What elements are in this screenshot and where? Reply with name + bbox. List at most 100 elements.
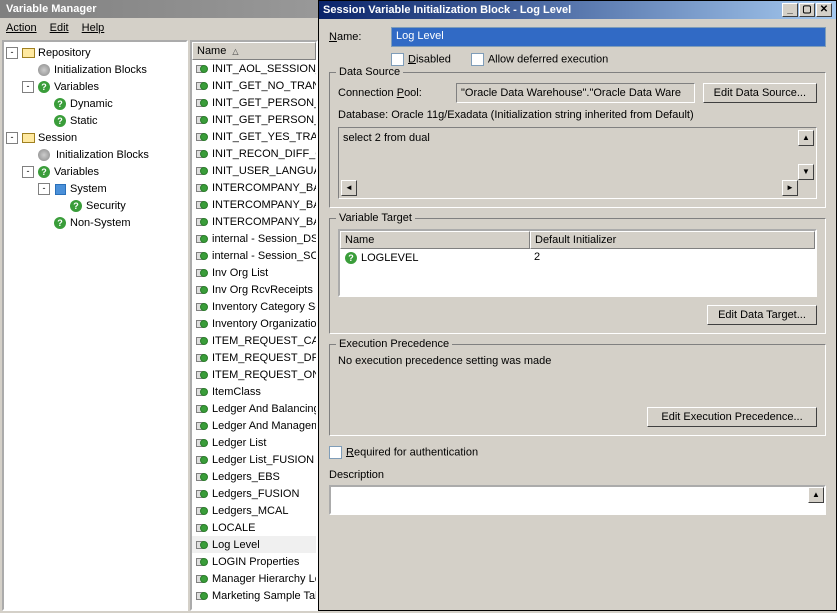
init-block-icon	[194, 266, 210, 280]
list-item[interactable]: INIT_USER_LANGUA	[192, 162, 316, 179]
list-item[interactable]: INIT_AOL_SESSION_	[192, 60, 316, 77]
allow-deferred-checkbox[interactable]: Allow deferred execution	[471, 53, 608, 66]
list-item[interactable]: INIT_GET_PERSON_	[192, 94, 316, 111]
list-item[interactable]: LOCALE	[192, 519, 316, 536]
tree-repository[interactable]: Repository	[38, 47, 91, 59]
close-button[interactable]: ✕	[816, 3, 832, 17]
allow-deferred-label: Allow deferred execution	[488, 53, 608, 65]
scroll-up-icon[interactable]: ▲	[808, 487, 824, 503]
expander-icon[interactable]: -	[22, 81, 34, 93]
tree-repo-init[interactable]: Initialization Blocks	[54, 64, 147, 76]
grid-col-init[interactable]: Default Initializer	[530, 231, 815, 249]
tree-security[interactable]: Security	[86, 200, 126, 212]
list-header-name[interactable]: Name △	[192, 42, 316, 60]
tree-static[interactable]: Static	[70, 115, 98, 127]
edit-data-target-button[interactable]: Edit Data Target...	[707, 305, 817, 325]
sql-text-area[interactable]: select 2 from dual ▲ ▼ ◄ ►	[338, 127, 817, 199]
init-block-icon	[194, 538, 210, 552]
minimize-button[interactable]: _	[782, 3, 798, 17]
tree-session[interactable]: Session	[38, 132, 77, 144]
required-auth-checkbox[interactable]: Required for authentication	[329, 446, 826, 459]
list-item[interactable]: INIT_GET_NO_TRAN	[192, 77, 316, 94]
list-item[interactable]: ITEM_REQUEST_ON	[192, 366, 316, 383]
list-item[interactable]: INTERCOMPANY_BA	[192, 196, 316, 213]
gear-icon	[37, 148, 51, 162]
list-item[interactable]: ItemClass	[192, 383, 316, 400]
menu-help[interactable]: Help	[82, 22, 105, 34]
list-item[interactable]: INTERCOMPANY_BA	[192, 179, 316, 196]
list-item[interactable]: Ledger And Managem	[192, 417, 316, 434]
list-item[interactable]: Inv Org RcvReceipts l	[192, 281, 316, 298]
menu-action[interactable]: Action	[6, 22, 37, 34]
tree-spacer	[54, 200, 66, 212]
scroll-up-icon[interactable]: ▲	[798, 130, 814, 146]
grid-row[interactable]: ? LOGLEVEL 2	[340, 249, 815, 267]
init-block-icon	[194, 351, 210, 365]
tree-sess-vars[interactable]: Variables	[54, 166, 99, 178]
disabled-checkbox[interactable]: Disabled	[391, 53, 451, 66]
list-item[interactable]: Inv Org List	[192, 264, 316, 281]
init-block-icon	[194, 96, 210, 110]
tree-spacer	[22, 149, 34, 161]
list-item[interactable]: Ledger List	[192, 434, 316, 451]
list-item[interactable]: Inventory Organization	[192, 315, 316, 332]
init-block-icon	[194, 572, 210, 586]
list-item[interactable]: LOGIN Properties	[192, 553, 316, 570]
expander-icon[interactable]: -	[22, 166, 34, 178]
list-item[interactable]: Ledgers_MCAL	[192, 502, 316, 519]
description-textarea[interactable]: ▲	[329, 485, 826, 515]
list-item[interactable]: INIT_RECON_DIFF_C	[192, 145, 316, 162]
dialog-titlebar[interactable]: Session Variable Initialization Block - …	[319, 1, 836, 19]
list-item-label: Inv Org List	[212, 267, 268, 279]
list-item[interactable]: Inventory Category Se	[192, 298, 316, 315]
expander-icon[interactable]: -	[38, 183, 50, 195]
list-item[interactable]: Ledger List_FUSION	[192, 451, 316, 468]
list-item[interactable]: Ledgers_EBS	[192, 468, 316, 485]
tree-sess-init[interactable]: Initialization Blocks	[54, 149, 151, 161]
expander-icon[interactable]: -	[6, 132, 18, 144]
init-block-icon	[194, 453, 210, 467]
edit-data-source-button[interactable]: Edit Data Source...	[703, 83, 817, 103]
init-block-icon	[194, 215, 210, 229]
list-item-label: Log Level	[212, 539, 260, 551]
connection-pool-label: Connection Pool:	[338, 87, 456, 99]
list-item-label: Ledgers_MCAL	[212, 505, 288, 517]
scroll-down-icon[interactable]: ▼	[798, 164, 814, 180]
list-item[interactable]: Log Level	[192, 536, 316, 553]
list-item[interactable]: Ledger And Balancing	[192, 400, 316, 417]
tree-repo-vars[interactable]: Variables	[54, 81, 99, 93]
tree-system[interactable]: System	[70, 183, 107, 195]
name-input[interactable]: Log Level	[391, 27, 826, 47]
list-item[interactable]: INIT_GET_YES_TRA	[192, 128, 316, 145]
list-item-label: ItemClass	[212, 386, 261, 398]
list-item[interactable]: INTERCOMPANY_BA	[192, 213, 316, 230]
scroll-left-icon[interactable]: ◄	[341, 180, 357, 196]
maximize-button[interactable]: ▢	[799, 3, 815, 17]
expander-icon[interactable]: -	[6, 47, 18, 59]
tree-panel[interactable]: - Repository Initialization Blocks - ? V…	[2, 40, 188, 611]
tree-nonsystem[interactable]: Non-System	[70, 217, 131, 229]
list-item[interactable]: ITEM_REQUEST_DR	[192, 349, 316, 366]
menu-edit[interactable]: Edit	[50, 22, 69, 34]
init-block-icon	[194, 555, 210, 569]
list-panel[interactable]: Name △ INIT_AOL_SESSION_INIT_GET_NO_TRAN…	[190, 40, 318, 611]
sql-text: select 2 from dual	[343, 132, 430, 144]
tree-dynamic[interactable]: Dynamic	[70, 98, 113, 110]
init-block-icon	[194, 300, 210, 314]
list-item[interactable]: Manager Hierarchy Le	[192, 570, 316, 587]
edit-exec-precedence-button[interactable]: Edit Execution Precedence...	[647, 407, 817, 427]
list-item[interactable]: Marketing Sample Tab	[192, 587, 316, 604]
list-item[interactable]: internal - Session_SCH	[192, 247, 316, 264]
list-item[interactable]: ITEM_REQUEST_CA	[192, 332, 316, 349]
list-item[interactable]: Ledgers_FUSION	[192, 485, 316, 502]
disabled-label: Disabled	[408, 53, 451, 65]
list-item[interactable]: internal - Session_DSN	[192, 230, 316, 247]
list-item[interactable]: INIT_GET_PERSON_	[192, 111, 316, 128]
init-block-icon	[194, 589, 210, 603]
list-item-label: Inv Org RcvReceipts l	[212, 284, 316, 296]
scroll-right-icon[interactable]: ►	[782, 180, 798, 196]
variable-target-grid[interactable]: Name Default Initializer ? LOGLEVEL 2	[338, 229, 817, 297]
connection-pool-field[interactable]: "Oracle Data Warehouse"."Oracle Data War…	[456, 83, 695, 103]
grid-col-name[interactable]: Name	[340, 231, 530, 249]
list-item-label: INIT_GET_PERSON_	[212, 97, 316, 109]
